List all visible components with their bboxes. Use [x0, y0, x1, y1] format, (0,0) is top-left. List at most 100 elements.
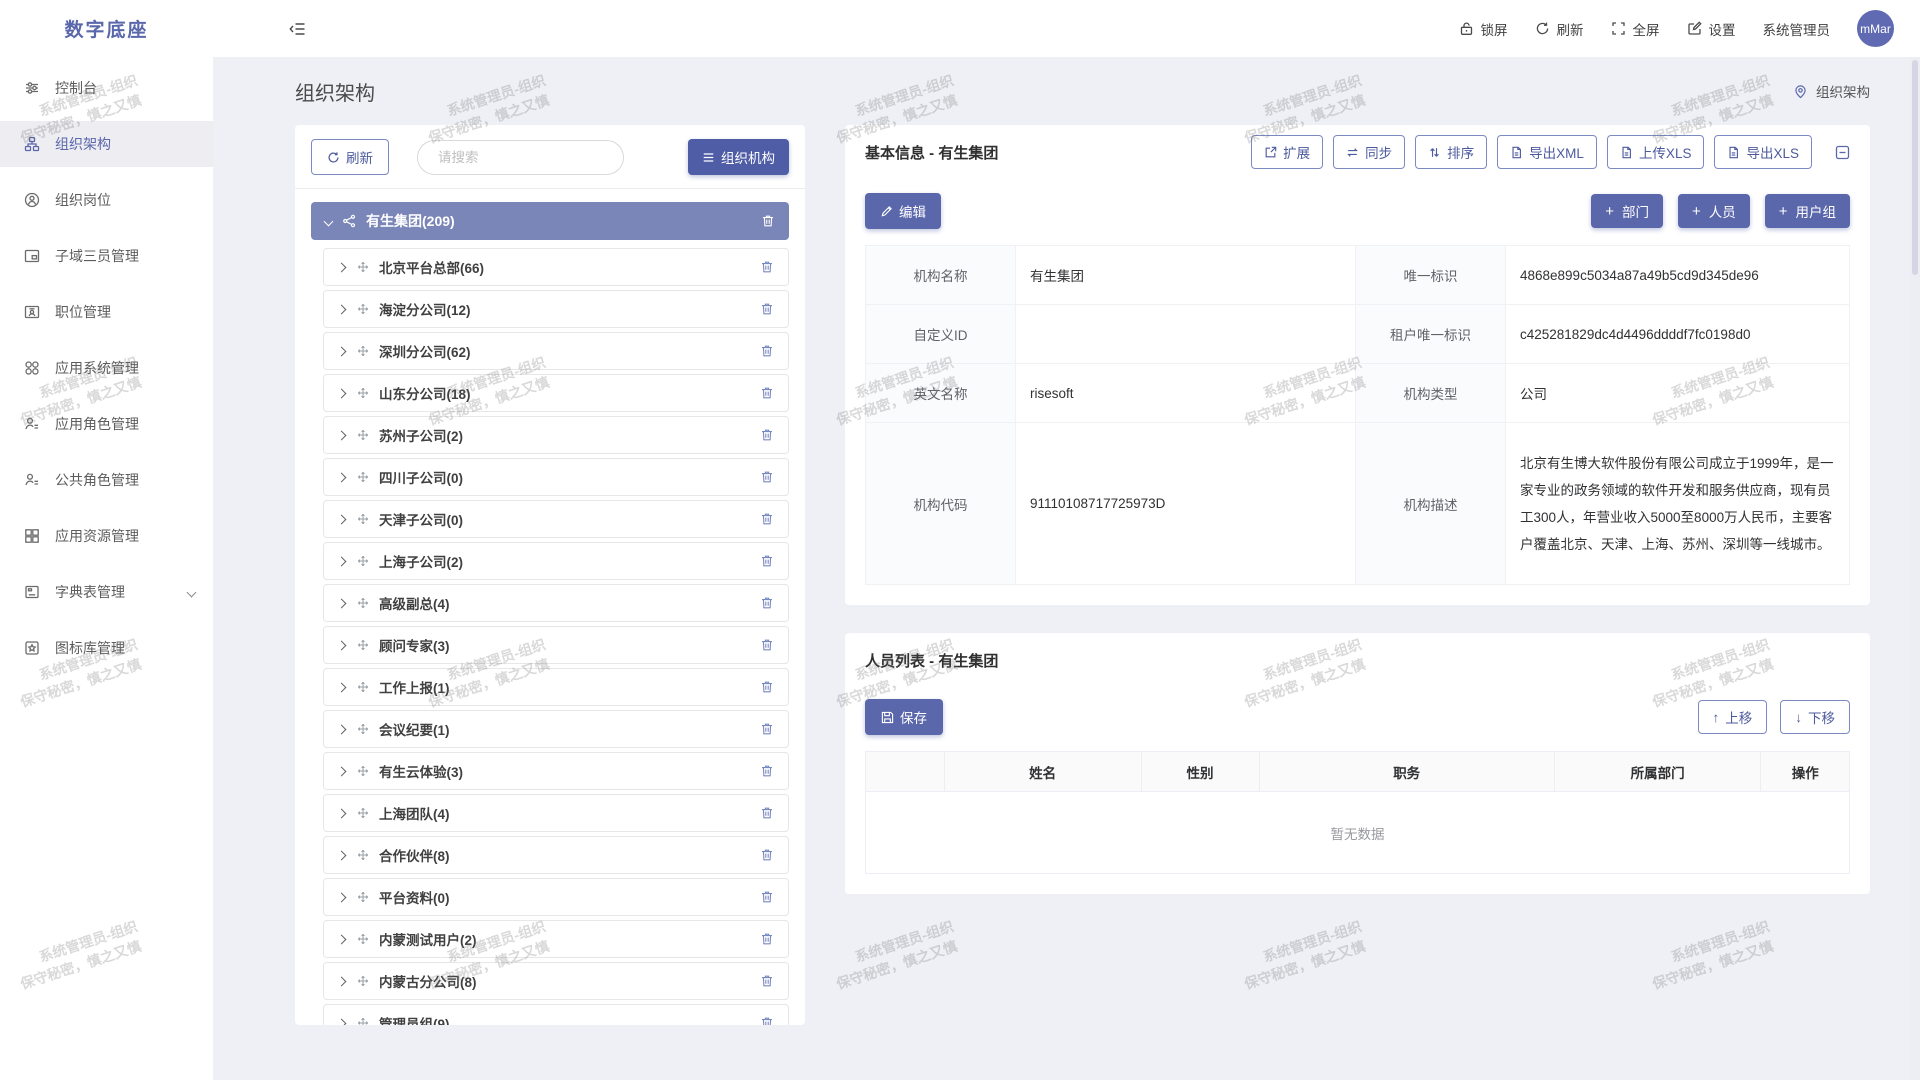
chevron-right-icon[interactable]: [337, 976, 347, 986]
chevron-right-icon[interactable]: [337, 472, 347, 482]
sync-button[interactable]: 同步: [1333, 135, 1405, 169]
tree-node[interactable]: 苏州子公司(2): [323, 416, 789, 454]
delete-icon[interactable]: [760, 512, 774, 526]
delete-icon[interactable]: [760, 1016, 774, 1025]
sidebar-item-console[interactable]: 控制台: [0, 65, 213, 111]
tree-node[interactable]: 高级副总(4): [323, 584, 789, 622]
chevron-right-icon[interactable]: [337, 682, 347, 692]
tree-node[interactable]: 内蒙测试用户(2): [323, 920, 789, 958]
search-input[interactable]: [438, 150, 615, 165]
chevron-right-icon[interactable]: [337, 598, 347, 608]
sidebar-item-icon-library[interactable]: 图标库管理: [0, 625, 213, 671]
sidebar-item-app-system[interactable]: 应用系统管理: [0, 345, 213, 391]
tree-node[interactable]: 山东分公司(18): [323, 374, 789, 412]
upload-xls-button[interactable]: 上传XLS: [1607, 135, 1705, 169]
add-department-button[interactable]: +部门: [1591, 194, 1663, 228]
chevron-right-icon[interactable]: [337, 304, 347, 314]
tree-node[interactable]: 工作上报(1): [323, 668, 789, 706]
delete-icon[interactable]: [760, 428, 774, 442]
delete-icon[interactable]: [760, 302, 774, 316]
delete-icon[interactable]: [760, 596, 774, 610]
expand-button[interactable]: 扩展: [1251, 135, 1323, 169]
tree-node[interactable]: 管理员组(9): [323, 1004, 789, 1025]
lock-screen-button[interactable]: 锁屏: [1459, 19, 1508, 39]
tree-node[interactable]: 内蒙古分公司(8): [323, 962, 789, 1000]
tree-node[interactable]: 深圳分公司(62): [323, 332, 789, 370]
add-user-group-button[interactable]: +用户组: [1765, 194, 1850, 228]
chevron-right-icon[interactable]: [337, 514, 347, 524]
apps-icon: [24, 360, 40, 376]
delete-icon[interactable]: [760, 764, 774, 778]
page-scrollbar[interactable]: [1910, 57, 1920, 1080]
menu-fold-icon[interactable]: [289, 21, 306, 37]
tree-node[interactable]: 海淀分公司(12): [323, 290, 789, 328]
chevron-right-icon[interactable]: [337, 388, 347, 398]
chevron-right-icon[interactable]: [337, 766, 347, 776]
tree-node[interactable]: 四川子公司(0): [323, 458, 789, 496]
tree-node[interactable]: 平台资料(0): [323, 878, 789, 916]
basic-info-card: 基本信息 - 有生集团 扩展 同步: [845, 125, 1870, 605]
chevron-right-icon[interactable]: [337, 850, 347, 860]
settings-button[interactable]: 设置: [1687, 19, 1736, 39]
chevron-right-icon[interactable]: [337, 808, 347, 818]
tree-root-node[interactable]: 有生集团(209): [311, 202, 789, 240]
chevron-right-icon[interactable]: [337, 346, 347, 356]
add-person-button[interactable]: +人员: [1678, 194, 1750, 228]
sidebar-item-dictionary[interactable]: 字典表管理: [0, 569, 213, 615]
delete-icon[interactable]: [760, 260, 774, 274]
column-header: 职务: [1259, 752, 1554, 792]
delete-icon[interactable]: [760, 722, 774, 736]
tree-node[interactable]: 合作伙伴(8): [323, 836, 789, 874]
tree-node[interactable]: 有生云体验(3): [323, 752, 789, 790]
delete-icon[interactable]: [760, 554, 774, 568]
current-user[interactable]: 系统管理员: [1763, 19, 1831, 39]
sidebar-item-public-role[interactable]: 公共角色管理: [0, 457, 213, 503]
tree-node[interactable]: 北京平台总部(66): [323, 248, 789, 286]
sidebar-item-app-role[interactable]: 应用角色管理: [0, 401, 213, 447]
delete-icon[interactable]: [760, 638, 774, 652]
edit-button[interactable]: 编辑: [865, 193, 941, 229]
sort-button[interactable]: 排序: [1415, 135, 1487, 169]
sidebar-item-org-post[interactable]: 组织岗位: [0, 177, 213, 223]
delete-icon[interactable]: [760, 932, 774, 946]
delete-icon[interactable]: [760, 680, 774, 694]
tree-node[interactable]: 天津子公司(0): [323, 500, 789, 538]
tree-node[interactable]: 顾问专家(3): [323, 626, 789, 664]
refresh-button[interactable]: 刷新: [1535, 19, 1584, 39]
avatar[interactable]: mMar: [1857, 10, 1894, 47]
chevron-right-icon[interactable]: [337, 262, 347, 272]
sidebar-item-org-structure[interactable]: 组织架构: [0, 121, 213, 167]
delete-icon[interactable]: [760, 806, 774, 820]
move-up-button[interactable]: ↑上移: [1698, 700, 1768, 734]
delete-icon[interactable]: [760, 344, 774, 358]
scrollbar-thumb[interactable]: [1912, 60, 1918, 275]
delete-icon[interactable]: [760, 848, 774, 862]
sidebar-item-subdomain-admin[interactable]: 子域三员管理: [0, 233, 213, 279]
export-xml-button[interactable]: 导出XML: [1497, 135, 1597, 169]
tree-node[interactable]: 上海团队(4): [323, 794, 789, 832]
chevron-right-icon[interactable]: [337, 1018, 347, 1025]
chevron-right-icon[interactable]: [337, 556, 347, 566]
chevron-right-icon[interactable]: [337, 640, 347, 650]
save-button[interactable]: 保存: [865, 699, 943, 735]
chevron-right-icon[interactable]: [337, 430, 347, 440]
tree-node[interactable]: 上海子公司(2): [323, 542, 789, 580]
delete-icon[interactable]: [760, 386, 774, 400]
fullscreen-button[interactable]: 全屏: [1611, 19, 1660, 39]
delete-icon[interactable]: [760, 890, 774, 904]
chevron-right-icon[interactable]: [337, 724, 347, 734]
tree-refresh-button[interactable]: 刷新: [311, 139, 389, 175]
org-structure-button[interactable]: 组织机构: [688, 139, 789, 175]
delete-icon[interactable]: [760, 470, 774, 484]
chevron-right-icon[interactable]: [337, 934, 347, 944]
export-xls-button[interactable]: 导出XLS: [1714, 135, 1812, 169]
collapse-panel-icon[interactable]: [1835, 145, 1850, 160]
chevron-right-icon[interactable]: [337, 892, 347, 902]
delete-icon[interactable]: [761, 214, 775, 228]
delete-icon[interactable]: [760, 974, 774, 988]
sidebar-item-app-resource[interactable]: 应用资源管理: [0, 513, 213, 559]
sidebar-item-position-mgmt[interactable]: 职位管理: [0, 289, 213, 335]
move-down-button[interactable]: ↓下移: [1780, 700, 1850, 734]
tree-node[interactable]: 会议纪要(1): [323, 710, 789, 748]
chevron-down-icon[interactable]: [324, 216, 334, 226]
